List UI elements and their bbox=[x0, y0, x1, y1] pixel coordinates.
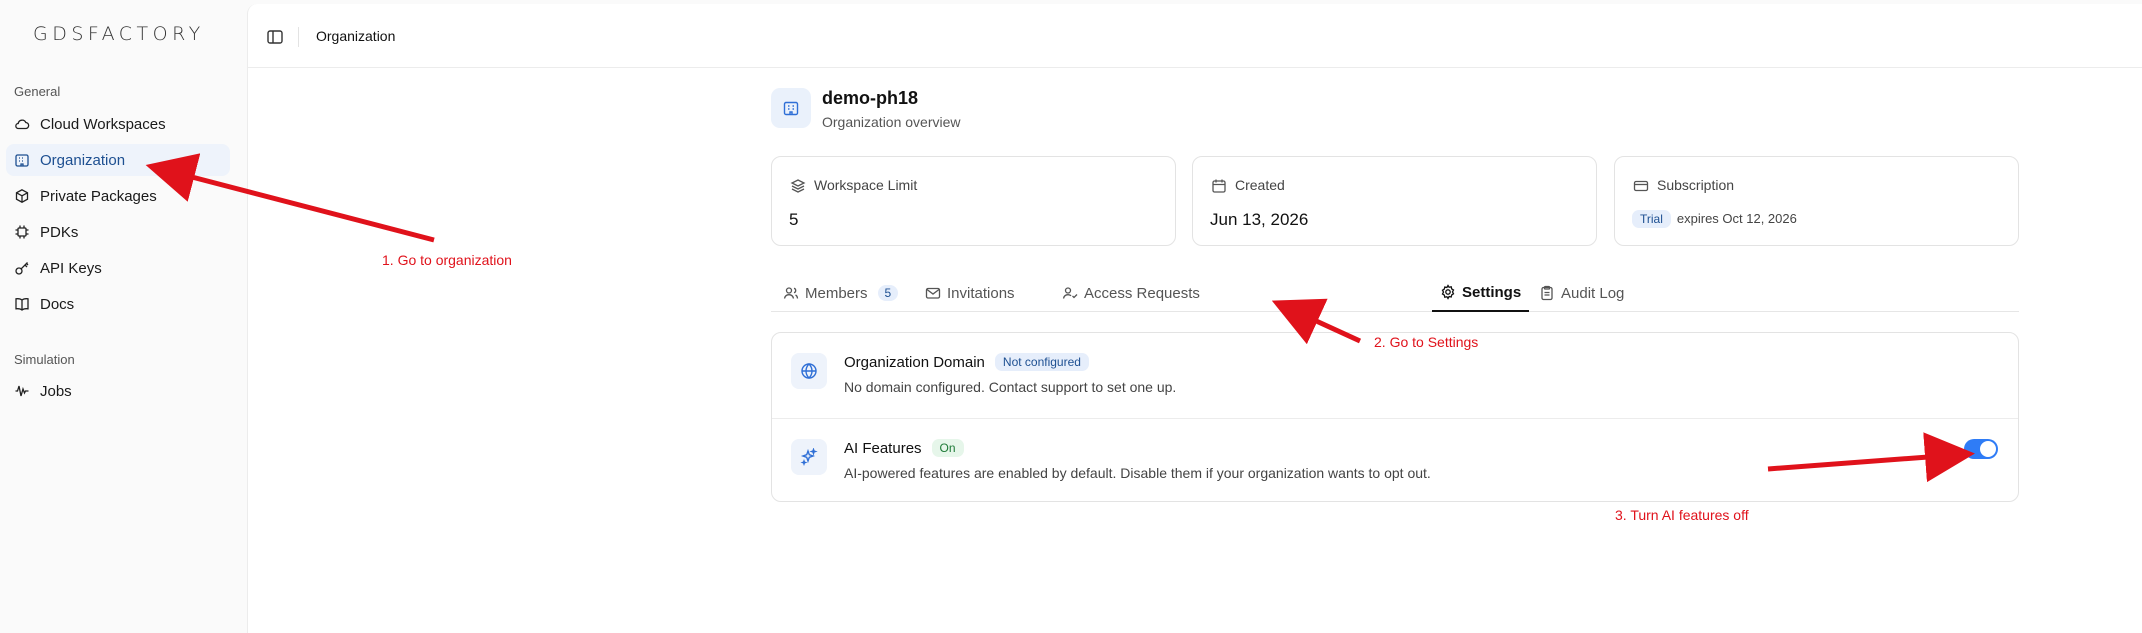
sidebar-item-label: Jobs bbox=[40, 382, 72, 400]
waveform-icon bbox=[14, 383, 30, 399]
sidebar-item-label: Docs bbox=[40, 295, 75, 313]
setting-title: Organization Domain Not configured bbox=[844, 353, 1089, 371]
tab-members[interactable]: Members 5 bbox=[775, 274, 906, 312]
book-icon bbox=[14, 296, 30, 312]
annotation-step-1: 1. Go to organization bbox=[382, 252, 512, 268]
toggle-knob bbox=[1980, 441, 1996, 457]
mail-icon bbox=[925, 287, 941, 299]
layers-icon bbox=[790, 179, 806, 193]
section-label-simulation: Simulation bbox=[14, 352, 75, 367]
sidebar-item-docs[interactable]: Docs bbox=[6, 288, 230, 320]
main-panel: Organization demo-ph18 Organization over… bbox=[247, 4, 2142, 633]
sidebar-item-label: Private Packages bbox=[40, 187, 157, 205]
sidebar: GDSFACTORY General Cloud Workspaces Orga… bbox=[0, 0, 244, 633]
sidebar-item-jobs[interactable]: Jobs bbox=[6, 375, 230, 407]
breadcrumb: Organization bbox=[316, 28, 396, 44]
building-icon bbox=[783, 101, 799, 116]
topbar-divider bbox=[298, 27, 299, 47]
domain-title: Organization Domain bbox=[844, 353, 985, 371]
sidebar-item-label: Organization bbox=[40, 151, 126, 169]
tab-label: Invitations bbox=[947, 284, 1015, 302]
sidebar-item-private-packages[interactable]: Private Packages bbox=[6, 180, 230, 212]
subscription-status: Trial expires Oct 12, 2026 bbox=[1632, 208, 1797, 228]
page-title: demo-ph18 bbox=[822, 88, 919, 108]
card-label: Created bbox=[1235, 177, 1285, 193]
tab-audit-log[interactable]: Audit Log bbox=[1531, 274, 1632, 312]
building-icon bbox=[14, 152, 30, 168]
tab-label: Settings bbox=[1462, 283, 1522, 301]
status-badge: On bbox=[931, 439, 964, 457]
tab-label: Audit Log bbox=[1561, 284, 1625, 302]
setting-description: No domain configured. Contact support to… bbox=[844, 379, 1177, 395]
ai-title: AI Features bbox=[844, 439, 922, 457]
gear-icon bbox=[1441, 284, 1455, 300]
sidebar-item-organization[interactable]: Organization bbox=[6, 144, 230, 176]
sparkles-icon bbox=[791, 439, 827, 475]
cloud-icon bbox=[14, 116, 30, 132]
members-count-badge: 5 bbox=[877, 285, 899, 301]
key-icon bbox=[14, 260, 30, 276]
sidebar-item-cloud-workspaces[interactable]: Cloud Workspaces bbox=[6, 108, 230, 140]
globe-icon bbox=[791, 353, 827, 389]
sidebar-item-pdks[interactable]: PDKs bbox=[6, 216, 230, 248]
annotation-step-2: 2. Go to Settings bbox=[1374, 334, 1479, 350]
card-label: Subscription bbox=[1657, 177, 1735, 193]
users-icon bbox=[783, 287, 799, 299]
tab-invitations[interactable]: Invitations bbox=[917, 274, 1023, 312]
card-value: 5 bbox=[789, 210, 799, 229]
created-card: Created Jun 13, 2026 bbox=[1192, 156, 1597, 246]
credit-card-icon bbox=[1633, 180, 1649, 192]
status-badge: Not configured bbox=[994, 353, 1089, 371]
sidebar-item-label: PDKs bbox=[40, 223, 79, 241]
card-value: Jun 13, 2026 bbox=[1210, 210, 1309, 229]
user-check-icon bbox=[1062, 287, 1078, 299]
ai-features-toggle[interactable] bbox=[1964, 439, 1998, 459]
subscription-card: Subscription Trial expires Oct 12, 2026 bbox=[1614, 156, 2019, 246]
org-avatar bbox=[771, 88, 811, 128]
settings-panel: Organization Domain Not configured No do… bbox=[771, 332, 2019, 502]
tab-access-requests[interactable]: Access Requests bbox=[1054, 274, 1208, 312]
chip-icon bbox=[14, 224, 30, 240]
annotation-step-3: 3. Turn AI features off bbox=[1615, 507, 1749, 523]
card-label: Workspace Limit bbox=[814, 177, 918, 193]
sidebar-item-label: Cloud Workspaces bbox=[40, 115, 166, 133]
section-label-general: General bbox=[14, 84, 61, 99]
tab-bar: Members 5 Invitations Access Requests Se… bbox=[771, 274, 2019, 312]
page-subtitle: Organization overview bbox=[822, 114, 961, 130]
sidebar-item-label: API Keys bbox=[40, 259, 102, 277]
package-icon bbox=[14, 188, 30, 204]
tab-label: Members bbox=[805, 284, 868, 302]
setting-description: AI-powered features are enabled by defau… bbox=[844, 465, 1431, 481]
top-bar: Organization bbox=[248, 4, 2142, 68]
workspace-limit-card: Workspace Limit 5 bbox=[771, 156, 1176, 246]
app-logo: GDSFACTORY bbox=[33, 23, 205, 45]
sidebar-toggle-icon[interactable] bbox=[266, 28, 284, 46]
setting-title: AI Features On bbox=[844, 439, 964, 457]
subscription-expiry: expires Oct 12, 2026 bbox=[1676, 211, 1797, 226]
trial-badge: Trial bbox=[1632, 210, 1671, 228]
tab-settings[interactable]: Settings bbox=[1432, 274, 1530, 312]
clipboard-icon bbox=[1541, 285, 1553, 301]
tab-label: Access Requests bbox=[1084, 284, 1200, 302]
setting-row-ai-features: AI Features On AI-powered features are e… bbox=[772, 418, 2018, 503]
calendar-icon bbox=[1212, 179, 1226, 193]
sidebar-item-api-keys[interactable]: API Keys bbox=[6, 252, 230, 284]
